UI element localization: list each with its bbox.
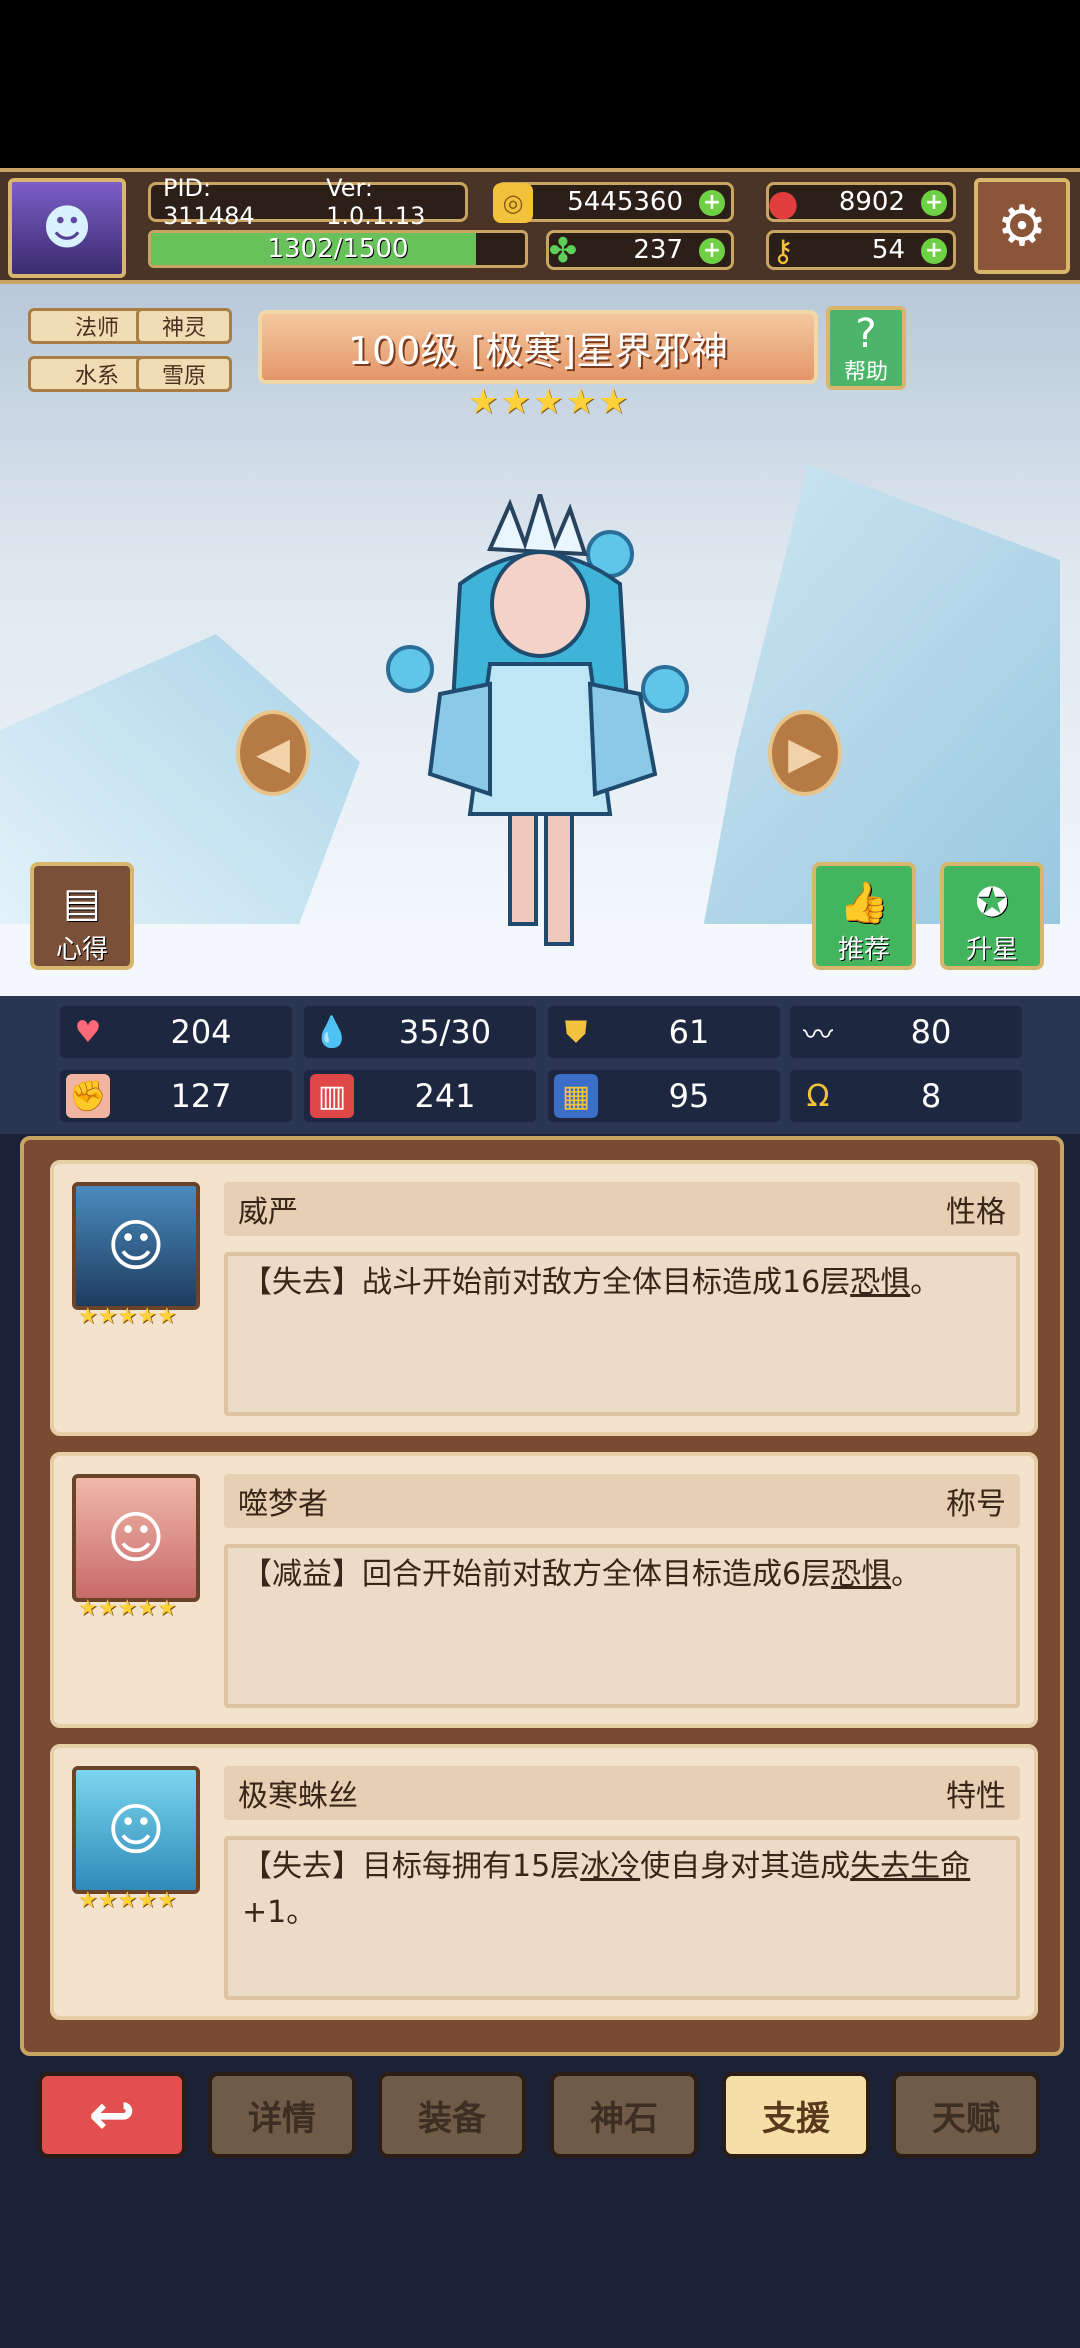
card-type: 称号	[946, 1487, 1006, 1522]
book-icon: ▥	[310, 1074, 354, 1118]
return-arrow-icon: ↩	[88, 2082, 136, 2148]
player-id: PID: 311484	[163, 174, 255, 230]
stat-mana: 💧 35/30	[304, 1006, 536, 1058]
card-description: 【失去】目标每拥有15层冰冷使自身对其造成失去生命 +1。	[224, 1836, 1020, 2000]
stat-speed: 〰 80	[790, 1006, 1022, 1058]
keyword-link[interactable]: 恐惧	[850, 1265, 910, 1300]
player-avatar[interactable]: ☻	[8, 178, 126, 278]
next-hero-arrow-icon[interactable]: ▶	[768, 710, 842, 796]
support-portrait: ☺	[72, 1182, 200, 1310]
help-button[interactable]: ? 帮助	[826, 306, 906, 390]
stat-attack: ✊ 127	[60, 1070, 292, 1122]
version-label: Ver: 1.0.1.13	[326, 174, 426, 230]
red-gem-icon: ●	[767, 182, 799, 224]
question-icon: ?	[855, 311, 877, 357]
xp-bar: 1302/1500	[148, 230, 528, 268]
star-badge-icon: ✪	[975, 880, 1009, 926]
card-description: 【减益】回合开始前对敌方全体目标造成6层恐惧。	[224, 1544, 1020, 1708]
xp-text: 1302/1500	[267, 234, 409, 264]
card-name: 极寒蛛丝	[238, 1779, 358, 1814]
key-icon: ⚷	[772, 233, 794, 269]
back-button[interactable]: ↩	[38, 2072, 186, 2158]
card-header: 噬梦者 称号	[224, 1474, 1020, 1528]
notes-button[interactable]: ▤ 心得	[30, 862, 134, 970]
settings-gear-icon[interactable]: ⚙	[974, 178, 1070, 274]
card-name: 威严	[238, 1195, 298, 1230]
portrait-stars: ★ ★ ★ ★ ★	[78, 1304, 177, 1329]
add-gold-button[interactable]: +	[699, 190, 725, 216]
gold-counter: ◎ 5445360 +	[493, 182, 734, 223]
tag-race: 神灵	[136, 308, 232, 344]
stat-hp: ♥ 204	[60, 1006, 292, 1058]
star-icon: ★	[565, 382, 596, 422]
tab-support[interactable]: 支援	[722, 2072, 870, 2158]
clover-icon: ✤	[548, 231, 578, 271]
support-card[interactable]: ☺ ★ ★ ★ ★ ★ 极寒蛛丝 特性 【失去】目标每拥有15层冰冷使自身对其造成失去生…	[50, 1744, 1038, 2020]
support-card[interactable]: ☺ ★ ★ ★ ★ ★ 噬梦者 称号 【减益】回合开始前对敌方全体目标造成6层恐惧。	[50, 1452, 1038, 1728]
keyword-link[interactable]: 失去生命	[850, 1849, 970, 1884]
stat-luck: Ω 8	[790, 1070, 1022, 1122]
support-portrait: ☺	[72, 1474, 200, 1602]
star-icon: ★	[468, 382, 499, 422]
card-type: 特性	[946, 1779, 1006, 1814]
scroll-icon: ▦	[554, 1074, 598, 1118]
keyword-link[interactable]: 恐惧	[831, 1557, 891, 1592]
add-keys-button[interactable]: +	[921, 238, 947, 264]
gem-counter: ● 8902 +	[766, 182, 956, 224]
card-name: 噬梦者	[238, 1487, 328, 1522]
fist-icon: ✊	[66, 1074, 110, 1118]
tab-godstone[interactable]: 神石	[550, 2072, 698, 2158]
hero-star-rating: ★ ★ ★ ★ ★	[468, 382, 628, 422]
shield-icon: ⛊	[564, 1014, 588, 1050]
portrait-stars: ★ ★ ★ ★ ★	[78, 1596, 177, 1621]
card-header: 极寒蛛丝 特性	[224, 1766, 1020, 1820]
add-gems-button[interactable]: +	[921, 190, 947, 216]
star-icon: ★	[597, 382, 629, 422]
hero-sprite	[386, 494, 689, 946]
card-header: 威严 性格	[224, 1182, 1020, 1236]
card-type: 性格	[946, 1195, 1006, 1230]
player-hud: ☻ PID: 311484 Ver: 1.0.1.13 ◎ 5445360 + …	[0, 168, 1080, 284]
tag-region: 雪原	[136, 356, 232, 392]
card-description: 【失去】战斗开始前对敌方全体目标造成16层恐惧。	[224, 1252, 1020, 1416]
key-counter: ⚷ 54 +	[766, 230, 956, 270]
tab-details[interactable]: 详情	[208, 2072, 356, 2158]
horseshoe-icon: Ω	[806, 1078, 830, 1114]
prev-hero-arrow-icon[interactable]: ◀	[236, 710, 310, 796]
portrait-stars: ★ ★ ★ ★ ★	[78, 1888, 177, 1913]
status-bar-area	[0, 0, 1080, 168]
gold-coin-icon: ◎	[493, 183, 533, 223]
star-icon: ★	[500, 382, 531, 422]
stat-magic: ▥ 241	[304, 1070, 536, 1122]
hero-stats-panel: ♥ 204 💧 35/30 ⛊ 61 〰 80 ✊ 127 ▥ 241 ▦ 95…	[0, 996, 1080, 1134]
id-version-row: PID: 311484 Ver: 1.0.1.13	[148, 174, 468, 230]
support-portrait: ☺	[72, 1766, 200, 1894]
stat-defense: ⛊ 61	[548, 1006, 780, 1058]
hero-title-banner: 100级 [极寒]星界邪神	[258, 310, 818, 384]
clover-counter: ✤ 237 +	[546, 230, 734, 271]
tab-equipment[interactable]: 装备	[378, 2072, 526, 2158]
star-icon: ★	[532, 382, 564, 422]
keyword-link[interactable]: 冰冷	[580, 1849, 640, 1884]
support-card[interactable]: ☺ ★ ★ ★ ★ ★ 威严 性格 【失去】战斗开始前对敌方全体目标造成16层恐惧。	[50, 1160, 1038, 1436]
support-panel: ☺ ★ ★ ★ ★ ★ 威严 性格 【失去】战斗开始前对敌方全体目标造成16层恐惧。 ☺…	[20, 1136, 1064, 2056]
star-up-button[interactable]: ✪ 升星	[940, 862, 1044, 970]
water-drop-icon: 💧	[313, 1014, 351, 1050]
notes-icon: ▤	[63, 880, 101, 926]
wing-icon: 〰	[803, 1018, 833, 1053]
stat-resistance: ▦ 95	[548, 1070, 780, 1122]
tab-talent[interactable]: 天赋	[892, 2072, 1040, 2158]
hero-scene: 法师 神灵 水系 雪原 100级 [极寒]星界邪神 ? 帮助 ★ ★ ★ ★ ★ ◀ ▶…	[0, 284, 1080, 996]
recommend-button[interactable]: 👍 推荐	[812, 862, 916, 970]
thumbs-up-icon: 👍	[839, 880, 889, 926]
heart-icon: ♥	[74, 1014, 102, 1050]
add-clover-button[interactable]: +	[699, 238, 725, 264]
